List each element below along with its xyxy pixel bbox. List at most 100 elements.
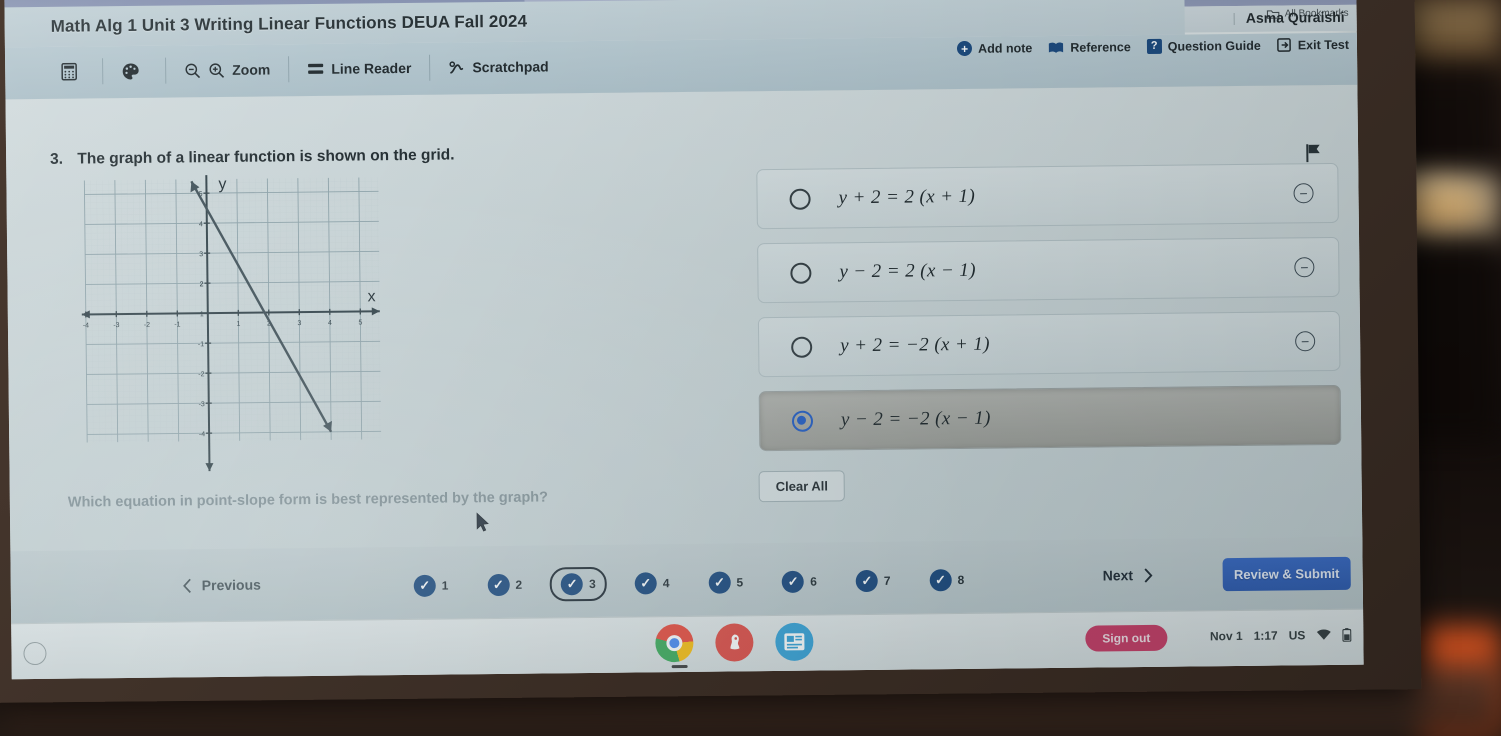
question-nav-4[interactable]: ✓ 4 <box>624 566 681 601</box>
line-reader-icon <box>308 63 324 74</box>
svg-text:-3: -3 <box>199 401 205 408</box>
shelf-app-list <box>655 622 814 663</box>
check-icon: ✓ <box>413 574 436 597</box>
radio-d[interactable] <box>791 410 814 432</box>
eq-b-rhs: 2 (x − 1) <box>905 259 977 282</box>
x-axis-label: x <box>368 288 376 305</box>
toolbar-separator <box>288 56 290 83</box>
question-number-list: ✓ 1 ✓ 2 ✓ 3 ✓ 4 ✓ 5 ✓ 6 ✓ 7 ✓ 8 <box>403 563 976 603</box>
eliminate-button-b[interactable]: − <box>1294 257 1315 278</box>
slash-circle-icon[interactable] <box>1220 0 1237 1</box>
scratchpad-label: Scratchpad <box>472 58 549 76</box>
app-window-icon[interactable] <box>775 622 814 662</box>
question-guide-icon: ? <box>1146 38 1162 54</box>
graph-svg: 543 20 -1-2-3-4 2 . 0 0 x z q q q q q q <box>81 175 382 472</box>
sign-out-button[interactable]: Sign out <box>1085 624 1168 652</box>
window-glyph <box>784 633 805 651</box>
radio-b[interactable] <box>790 262 812 284</box>
svg-text:3: 3 <box>199 251 203 258</box>
question-guide-button[interactable]: ? Question Guide <box>1146 38 1261 54</box>
exit-test-label: Exit Test <box>1297 37 1350 52</box>
svg-text:-4: -4 <box>83 322 89 329</box>
answer-options: y + 2 = 2 (x + 1) − y − 2 = 2 (x − 1) − <box>756 162 1342 465</box>
toolbar-left-group: Zoom Line Reader Scratchpad <box>45 49 565 89</box>
answer-option-d[interactable]: y − 2 = −2 (x − 1) − <box>758 384 1342 452</box>
laptop-screen: All Bookmarks Math Alg 1 Unit 3 Writing … <box>4 0 1364 680</box>
check-icon: ✓ <box>487 573 510 597</box>
previous-button[interactable]: Previous <box>183 577 261 594</box>
svg-text:5: 5 <box>358 319 362 326</box>
line-reader-label: Line Reader <box>331 59 412 77</box>
chevron-right-icon <box>1144 567 1153 583</box>
question-nav-5[interactable]: ✓ 5 <box>697 565 754 600</box>
palette-button[interactable] <box>105 54 163 89</box>
zoom-in-icon[interactable] <box>208 61 225 78</box>
question-nav-label-3: 3 <box>589 576 596 592</box>
answer-option-a[interactable]: y + 2 = 2 (x + 1) − <box>756 162 1339 230</box>
question-nav-6[interactable]: ✓ 6 <box>771 564 828 599</box>
extensions-icon[interactable] <box>1253 0 1270 1</box>
toolbar-separator <box>429 54 431 81</box>
eq-b-rel: = <box>886 260 901 282</box>
question-nav-label-8: 8 <box>957 572 965 588</box>
question-guide-label: Question Guide <box>1167 38 1261 54</box>
reference-button[interactable]: Reference <box>1048 40 1131 55</box>
question-nav-label-6: 6 <box>810 574 817 589</box>
wifi-icon <box>1316 629 1331 640</box>
question-nav-label-2: 2 <box>515 577 523 592</box>
user-name: Asma Quraishi <box>1245 8 1345 26</box>
radio-a[interactable] <box>789 188 811 210</box>
eq-c-rel: = <box>887 334 901 356</box>
question-nav-label-7: 7 <box>883 573 891 588</box>
add-note-label: Add note <box>978 40 1033 56</box>
svg-text:-1: -1 <box>198 341 204 348</box>
calculator-button[interactable] <box>45 54 100 89</box>
eq-d-rel: = <box>888 408 902 430</box>
line-reader-button[interactable]: Line Reader <box>291 51 428 86</box>
svg-text:-3: -3 <box>113 322 119 329</box>
answer-equation-d: y − 2 = −2 (x − 1) <box>841 408 991 432</box>
eliminate-button-c[interactable]: − <box>1295 331 1316 352</box>
launcher-circle-icon[interactable] <box>23 641 47 666</box>
zoom-controls[interactable]: Zoom <box>168 52 286 87</box>
question-nav-2[interactable]: ✓ 2 <box>476 568 533 603</box>
battery-icon <box>1342 628 1352 642</box>
check-icon: ✓ <box>561 573 584 596</box>
answer-equation-c: y + 2 = −2 (x + 1) <box>840 334 990 358</box>
calculator-icon <box>61 62 78 81</box>
exit-test-button[interactable]: Exit Test <box>1276 37 1350 53</box>
scratchpad-icon <box>449 60 464 74</box>
question-stem-text: The graph of a linear function is shown … <box>77 146 455 168</box>
status-tray[interactable]: Nov 1 1:17 US <box>1210 628 1352 643</box>
add-note-button[interactable]: + Add note <box>957 40 1033 57</box>
question-nav-label-1: 1 <box>441 578 449 593</box>
eliminate-button-a[interactable]: − <box>1293 183 1314 204</box>
radio-c[interactable] <box>791 336 813 358</box>
svg-text:-4: -4 <box>199 431 205 438</box>
question-content: 3. The graph of a linear function is sho… <box>5 84 1363 570</box>
answer-equation-b: y − 2 = 2 (x − 1) <box>839 260 976 283</box>
question-nav-8[interactable]: ✓ 8 <box>918 563 975 598</box>
clear-all-button[interactable]: Clear All <box>758 470 846 503</box>
toolbar-separator <box>165 57 167 84</box>
question-nav-1[interactable]: ✓ 1 <box>403 568 460 603</box>
question-nav-3[interactable]: ✓ 3 <box>549 566 607 602</box>
previous-label: Previous <box>201 576 261 594</box>
scratchpad-button[interactable]: Scratchpad <box>432 49 565 84</box>
answer-option-c[interactable]: y + 2 = −2 (x + 1) − <box>757 310 1341 378</box>
chrome-icon[interactable] <box>655 623 694 663</box>
review-and-submit-button[interactable]: Review & Submit <box>1222 556 1351 592</box>
eq-d-rhs: −2 (x − 1) <box>906 407 991 430</box>
question-nav-7[interactable]: ✓ 7 <box>845 564 902 599</box>
y-axis-label: y <box>218 176 226 193</box>
duckduckgo-icon[interactable] <box>715 623 754 662</box>
question-nav-label-5: 5 <box>736 575 744 590</box>
svg-text:1: 1 <box>200 311 204 318</box>
svg-text:3: 3 <box>297 320 301 327</box>
next-button[interactable]: Next <box>1103 567 1154 583</box>
eq-c-lhs: y + 2 <box>840 334 883 357</box>
zoom-out-icon[interactable] <box>184 62 201 79</box>
answer-option-b[interactable]: y − 2 = 2 (x − 1) − <box>757 236 1340 304</box>
check-icon: ✓ <box>855 569 878 593</box>
check-icon: ✓ <box>634 572 657 595</box>
